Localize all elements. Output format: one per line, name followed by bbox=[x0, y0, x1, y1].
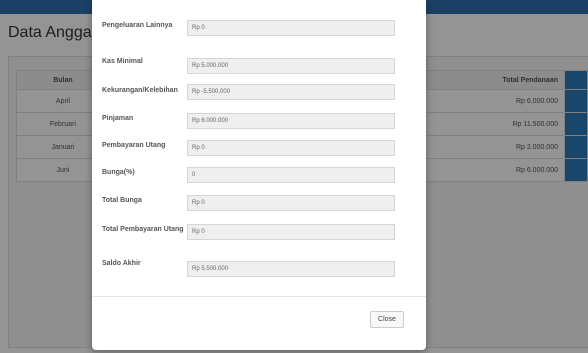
field-label: Total Bunga bbox=[102, 197, 142, 204]
field-label: Saldo Akhir bbox=[102, 260, 141, 267]
kekurangan-kelebihan-field[interactable]: Rp -5.500.000 bbox=[187, 84, 395, 100]
saldo-akhir-field[interactable]: Rp 5.500.000 bbox=[187, 261, 395, 277]
kas-minimal-field[interactable]: Rp 5.000.000 bbox=[187, 58, 395, 74]
pembayaran-utang-field[interactable]: Rp 0 bbox=[187, 140, 395, 156]
modal-footer-divider bbox=[92, 296, 426, 297]
budget-detail-modal: Pengeluaran Lainnya Rp 0 Kas Minimal Rp … bbox=[92, 0, 426, 350]
bunga-field[interactable]: 0 bbox=[187, 167, 395, 183]
total-pembayaran-utang-field[interactable]: Rp 0 bbox=[187, 224, 395, 240]
total-bunga-field[interactable]: Rp 0 bbox=[187, 195, 395, 211]
pengeluaran-lainnya-field[interactable]: Rp 0 bbox=[187, 20, 395, 36]
field-label: Kekurangan/Kelebihan bbox=[102, 87, 178, 94]
close-button[interactable]: Close bbox=[370, 311, 404, 328]
field-label: Kas Minimal bbox=[102, 58, 143, 65]
field-label: Pinjaman bbox=[102, 115, 134, 122]
pinjaman-field[interactable]: Rp 6.000.000 bbox=[187, 113, 395, 129]
field-label: Pengeluaran Lainnya bbox=[102, 22, 173, 29]
field-label: Total Pembayaran Utang bbox=[102, 226, 184, 233]
field-label: Bunga(%) bbox=[102, 169, 135, 176]
field-label: Pembayaran Utang bbox=[102, 142, 166, 149]
